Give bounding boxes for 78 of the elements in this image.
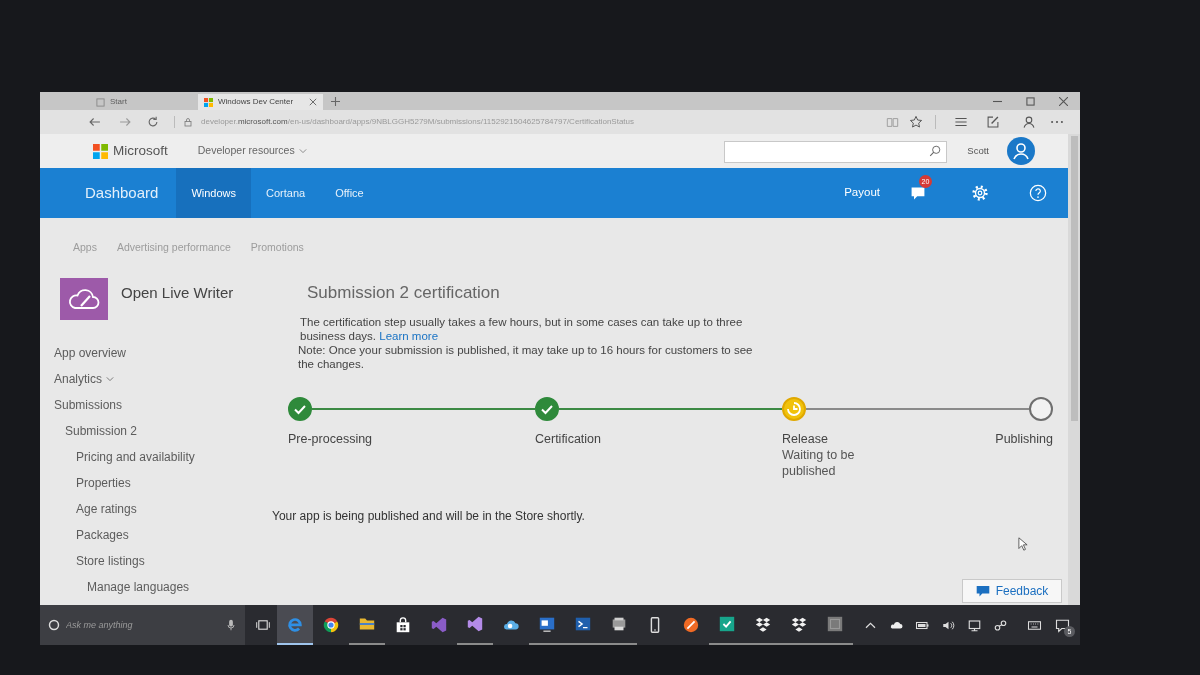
link-icon[interactable] [992, 617, 1008, 633]
diamonds-icon [754, 615, 772, 633]
note-text: Note: Once your submission is published, it may take up to 16 hours for customers to see the changes. [298, 343, 754, 371]
nav-tab[interactable]: Windows [176, 168, 251, 218]
chevron-down-icon [298, 147, 307, 155]
check-square-icon [718, 615, 736, 633]
brand-link[interactable]: Microsoft [93, 140, 168, 162]
back-icon[interactable] [88, 115, 102, 129]
scrollbar-thumb[interactable] [1070, 136, 1078, 421]
help-icon[interactable] [1029, 184, 1047, 202]
cursor-icon [1018, 537, 1028, 551]
swirl-icon [286, 615, 304, 633]
prompt-icon [574, 615, 592, 633]
monitor-icon[interactable] [966, 617, 982, 633]
sidebar-link[interactable]: Properties [76, 470, 131, 496]
message-icon [975, 584, 990, 598]
feedback-button[interactable]: Feedback [962, 579, 1062, 603]
list-icon[interactable] [954, 115, 968, 129]
lock-icon [183, 117, 193, 127]
person-icon[interactable] [1022, 115, 1036, 129]
nav-tab[interactable]: Office [320, 168, 379, 218]
four-squares-icon [204, 97, 213, 107]
payout-link[interactable]: Payout [844, 184, 880, 202]
device-icon [610, 615, 628, 633]
sidebar-menu[interactable]: Analytics [54, 366, 115, 392]
status-message: Your app is being published and will be in the Store shortly. [272, 508, 585, 525]
sidebar-link[interactable]: Store listings [76, 548, 145, 574]
scrollbar-track[interactable] [1068, 134, 1080, 605]
sidebar-link[interactable]: Submissions [54, 392, 123, 418]
plus-icon[interactable] [331, 97, 340, 106]
app-name: Open Live Writer [121, 283, 234, 303]
close-icon[interactable] [309, 98, 317, 106]
search-icon[interactable] [929, 145, 942, 157]
message-icon[interactable] [910, 185, 926, 201]
search-field[interactable] [724, 141, 948, 163]
message-icon[interactable] [1055, 617, 1070, 633]
refresh-icon[interactable] [146, 115, 160, 129]
sidebar-link[interactable]: Submission 2 [65, 418, 138, 444]
chevron-down-icon [106, 375, 115, 383]
bow-icon [466, 615, 484, 633]
intro-text: The certification step usually takes a few hours, but in some cases can take up to three business days. Learn more [300, 315, 744, 343]
step-status: Waiting to be published [782, 447, 856, 479]
sidebar-link[interactable]: Pricing and availability [76, 444, 195, 470]
browser-tab[interactable]: Windows Dev Center [198, 94, 323, 110]
bow-icon [430, 616, 448, 634]
learn-more-link[interactable]: Learn more [379, 330, 439, 342]
task-view-icon[interactable] [256, 618, 270, 632]
app-tile-icon [60, 278, 108, 320]
page-icon [96, 97, 105, 107]
avatar-icon[interactable] [1007, 137, 1035, 165]
developer-resources-menu[interactable]: Developer resources [197, 143, 307, 159]
ring-icon [48, 619, 60, 631]
sidebar-link[interactable]: Age ratings [76, 496, 137, 522]
segmented-circle-icon [322, 616, 340, 634]
microphone-icon[interactable] [227, 619, 235, 631]
close-icon[interactable] [1059, 96, 1068, 106]
shopping-bag-icon [394, 616, 412, 634]
four-squares-icon [93, 143, 108, 159]
dashboard-link[interactable]: Dashboard [85, 181, 159, 205]
maximize-icon[interactable] [1026, 96, 1035, 106]
search-field[interactable]: Ask me anything [40, 605, 245, 645]
section-title: Submission 2 certification [307, 283, 500, 303]
sidebar-link[interactable]: Packages [76, 522, 129, 548]
slash-circle-icon [682, 616, 700, 634]
step-label: Publishing [995, 431, 1053, 447]
sidebar-link[interactable]: Manage languages [87, 574, 190, 600]
step-label: Certification [535, 431, 601, 447]
user-name[interactable]: Scott [967, 143, 989, 159]
sidebar-link[interactable]: App overview [54, 340, 127, 366]
settings-icon[interactable] [971, 184, 989, 202]
pen-square-icon[interactable] [986, 115, 1000, 129]
step-label: Pre-processing [288, 431, 373, 447]
square-icon [826, 615, 844, 633]
diamonds-icon [790, 615, 808, 633]
nav-tab[interactable]: Cortana [251, 168, 321, 218]
step-label: Release [782, 431, 828, 447]
window-icon [538, 615, 556, 633]
star-icon[interactable] [909, 115, 923, 129]
